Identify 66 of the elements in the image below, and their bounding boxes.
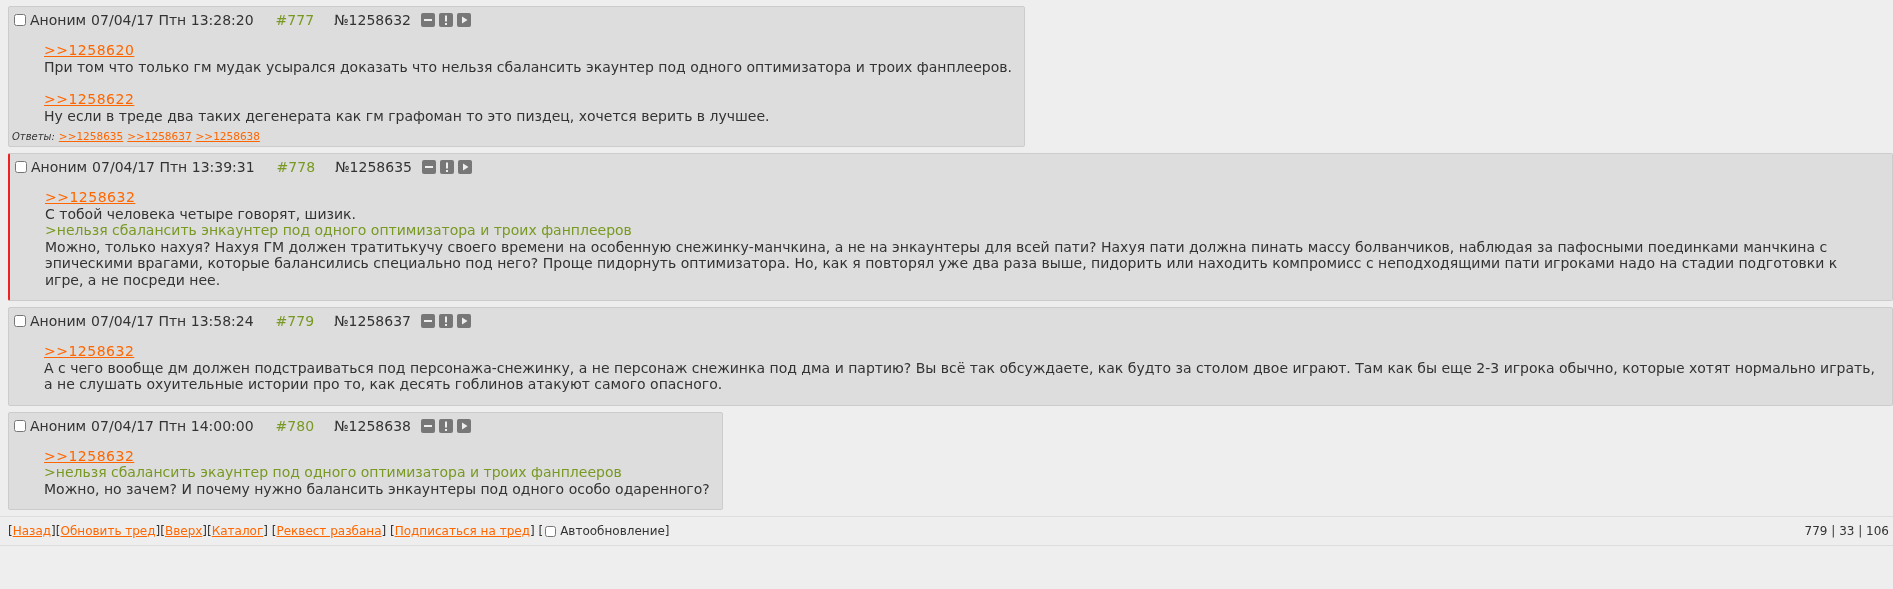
hide-icon[interactable] bbox=[421, 314, 435, 328]
post-date: 07/04/17 Птн 14:00:00 bbox=[91, 417, 254, 434]
post-id[interactable]: №1258632 bbox=[334, 12, 411, 28]
reply-link[interactable]: >>1258620 bbox=[44, 42, 135, 59]
select-checkbox[interactable] bbox=[14, 315, 26, 327]
bracket-text: ][ bbox=[202, 524, 212, 538]
post-id[interactable]: №1258637 bbox=[334, 313, 411, 329]
select-checkbox[interactable] bbox=[14, 14, 26, 26]
post-number: #779 bbox=[275, 313, 315, 329]
post-text: Ну если в треде два таких дегенерата как гм графоман то это пиздец, хочется верить в лучшее. bbox=[44, 107, 771, 124]
post-text: При том что только гм мудак усырался доказать что нельзя сбалансить экаунтер под одного оптимизатора и троих фанплееров. bbox=[44, 58, 1012, 75]
report-icon[interactable] bbox=[439, 13, 453, 27]
auto-update-checkbox[interactable] bbox=[545, 525, 557, 537]
bracket-text: ] bbox=[664, 524, 670, 538]
author-name: Аноним bbox=[30, 313, 87, 329]
post-date: 07/04/17 Птн 13:39:31 bbox=[92, 159, 255, 175]
post-text: А с чего вообще дм должен подстраиваться под персонажа-снежинку, а не персонаж снежинка под дма и партию? Вы всё так обсуждаете, как будто за столом двое играют. Там как бы еще 2-3 игрока обычно, которые хотят нормально играть, а не слушать охуительные истории про то, как десять гоблинов атакуют самого опасного. bbox=[44, 359, 1876, 393]
post-id[interactable]: №1258635 bbox=[335, 159, 412, 175]
bracket-text: ] [ bbox=[263, 524, 277, 538]
reply-link[interactable]: >>1258632 bbox=[44, 343, 135, 360]
play-icon[interactable] bbox=[458, 160, 472, 174]
nav-link[interactable]: Вверх bbox=[164, 524, 203, 538]
author-name: Аноним bbox=[30, 417, 87, 434]
post-date: 07/04/17 Птн 13:28:20 bbox=[91, 12, 254, 28]
post-number: #778 bbox=[276, 159, 316, 175]
select-checkbox[interactable] bbox=[14, 419, 26, 432]
reply-link[interactable]: >>1258632 bbox=[45, 189, 136, 206]
nav-link[interactable]: Обновить тред bbox=[60, 524, 156, 538]
post-number: #777 bbox=[275, 12, 315, 28]
report-icon[interactable] bbox=[440, 160, 454, 174]
reply-link[interactable]: >>1258635 bbox=[58, 130, 124, 142]
report-icon[interactable] bbox=[439, 418, 453, 433]
quote-text: >нельзя сбалансить энкаунтер под одного оптимизатора и троих фанплееров bbox=[45, 222, 633, 239]
nav-link[interactable]: Подписаться на тред bbox=[394, 524, 530, 538]
thread-stats: 779 | 33 | 106 bbox=[1804, 524, 1889, 538]
post-text: Можно, только нахуя? Нахуя ГМ должен тратитькучу своего времени на особенную снежинку-манчкина, а не на энкаунтеры для всей пати? Нахуя пати должна пинать массу болванчиков, наблюдая за пафосными поединками манчкина с эпическими врагами, которые балансились специально под него? Проще пидорнуть оптимизатора. Но, как я повторял уже два раза выше, пидорить или находить компромисс с неподходящими пати игроками надо на стадии подготовки к игре, а не посреди нее. bbox=[45, 238, 1839, 288]
hide-icon[interactable] bbox=[421, 418, 435, 433]
quote-text: >нельзя сбалансить экаунтер под одного оптимизатора и троих фанплееров bbox=[44, 464, 623, 481]
post-date: 07/04/17 Птн 13:58:24 bbox=[91, 313, 254, 329]
author-name: Аноним bbox=[31, 159, 88, 175]
play-icon[interactable] bbox=[457, 13, 471, 27]
bracket-text: ][ bbox=[155, 524, 165, 538]
bracket-text: [ bbox=[8, 524, 13, 538]
checkbox-label: Автообновление bbox=[560, 524, 665, 538]
post-id[interactable]: №1258638 bbox=[334, 417, 411, 434]
replies-label: Ответы: bbox=[12, 131, 55, 142]
hide-icon[interactable] bbox=[422, 160, 436, 174]
select-checkbox[interactable] bbox=[15, 161, 27, 173]
play-icon[interactable] bbox=[457, 418, 471, 433]
bracket-text: ][ bbox=[51, 524, 61, 538]
hide-icon[interactable] bbox=[421, 13, 435, 27]
post-text: Можно, но зачем? И почему нужно балансить энкаунтеры под одного особо одаренного? bbox=[44, 480, 710, 497]
bracket-text: ] [ bbox=[381, 524, 395, 538]
reply-link[interactable]: >>1258632 bbox=[44, 447, 135, 464]
nav-link[interactable]: Назад bbox=[12, 524, 52, 538]
report-icon[interactable] bbox=[439, 314, 453, 328]
post-text: С тобой человека четыре говорят, шизик. bbox=[45, 205, 357, 222]
post-number: #780 bbox=[275, 417, 315, 434]
nav-link[interactable]: Каталог bbox=[211, 524, 264, 538]
nav-link[interactable]: Реквест разбана bbox=[276, 524, 382, 538]
reply-link[interactable]: >>1258638 bbox=[195, 130, 260, 142]
reply-link[interactable]: >>1258622 bbox=[44, 91, 135, 108]
reply-link[interactable]: >>1258637 bbox=[127, 130, 192, 142]
author-name: Аноним bbox=[30, 12, 87, 28]
play-icon[interactable] bbox=[457, 314, 471, 328]
bracket-text: ] [ bbox=[529, 524, 544, 538]
